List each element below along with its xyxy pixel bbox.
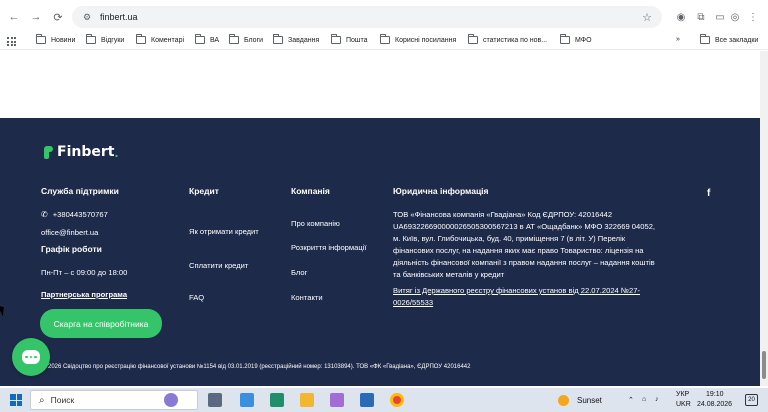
- folder-icon: [86, 34, 96, 44]
- support-heading: Служба підтримки: [41, 186, 119, 196]
- bookmarks-overflow[interactable]: »: [676, 36, 680, 43]
- chrome-icon[interactable]: [390, 393, 404, 407]
- disclosure-link[interactable]: Розкриття інформації: [291, 243, 366, 252]
- browser-toolbar: ← → ⟳ ⚙ finbert.ua ☆ ◉ ⧉ ▭ ◎ ⋮: [0, 0, 768, 34]
- folder-icon: [380, 34, 390, 44]
- windows-taskbar: ⌕ Поиск Sunset ⌃ ⌂ ♪ УКР UKR 19:10 24.08…: [0, 388, 768, 412]
- bookmark-star-icon[interactable]: ☆: [642, 11, 652, 24]
- forward-icon[interactable]: →: [28, 9, 44, 25]
- copilot-icon[interactable]: [330, 393, 344, 407]
- clock-time[interactable]: 19:10: [706, 391, 724, 398]
- back-icon[interactable]: ←: [6, 9, 22, 25]
- volume-icon[interactable]: ♪: [655, 396, 659, 403]
- bookmark-zavdannia[interactable]: Завдання: [273, 34, 319, 44]
- schedule-heading: Графік роботи: [41, 244, 102, 254]
- address-bar[interactable]: ⚙ finbert.ua ☆: [72, 6, 662, 28]
- url-text[interactable]: finbert.ua: [100, 12, 138, 22]
- site-info-icon[interactable]: ⚙: [80, 10, 94, 24]
- folder-icon: [195, 34, 205, 44]
- bookmark-komentari[interactable]: Коментарі: [136, 34, 184, 44]
- folder-icon: [560, 34, 570, 44]
- pay-credit-link[interactable]: Сплатити кредит: [189, 261, 248, 270]
- chat-button[interactable]: [12, 338, 50, 376]
- copyright-text: 2026 Свідоцтво про реєстрацію фінансової…: [48, 364, 471, 370]
- bookmark-blohy[interactable]: Блоги: [229, 34, 263, 44]
- contacts-link[interactable]: Контакти: [291, 293, 323, 302]
- bookmark-statystyka[interactable]: статистика по нов...: [468, 34, 547, 44]
- folder-icon: [468, 34, 478, 44]
- search-highlight-icon: [164, 393, 178, 407]
- partner-program-link[interactable]: Партнерська програма: [41, 290, 127, 299]
- about-company-link[interactable]: Про компанію: [291, 219, 340, 228]
- phone-link[interactable]: ✆ +380443570767: [41, 210, 108, 219]
- phone-icon: ✆: [41, 210, 48, 219]
- extensions-puzzle-icon[interactable]: ⧉: [694, 10, 708, 24]
- chat-icon: [22, 350, 40, 364]
- credit-heading: Кредит: [189, 186, 219, 196]
- weather-text[interactable]: Sunset: [577, 396, 602, 405]
- complaint-button[interactable]: Скарга на співробітника: [40, 309, 162, 338]
- app-icon-2[interactable]: [360, 393, 374, 407]
- company-heading: Компанія: [291, 186, 330, 196]
- all-bookmarks[interactable]: Все закладки: [700, 34, 758, 44]
- language-bottom[interactable]: UKR: [676, 401, 691, 408]
- bookmarks-bar: Новини Відгуки Коментарі ВА Блоги Завдан…: [0, 34, 768, 50]
- folder-icon: [36, 34, 46, 44]
- site-footer: Finbert. Служба підтримки ✆ +380443570767…: [0, 118, 760, 386]
- folder-icon: [229, 34, 239, 44]
- notification-icon[interactable]: 20: [745, 394, 758, 406]
- folder-icon: [331, 34, 341, 44]
- legal-heading: Юридична інформація: [393, 186, 489, 196]
- weather-icon[interactable]: [558, 395, 569, 406]
- search-icon: ⌕: [39, 394, 45, 406]
- blog-link[interactable]: Блог: [291, 268, 307, 277]
- language-top[interactable]: УКР: [676, 391, 689, 398]
- clock-date[interactable]: 24.08.2026: [697, 401, 732, 408]
- store-icon[interactable]: [240, 393, 254, 407]
- windows-start-icon[interactable]: [10, 394, 22, 406]
- task-view-icon[interactable]: [208, 393, 222, 407]
- email-link[interactable]: office@finbert.ua: [41, 228, 98, 237]
- reload-icon[interactable]: ⟳: [50, 9, 66, 25]
- app-icon[interactable]: [270, 393, 284, 407]
- faq-link[interactable]: FAQ: [189, 293, 204, 302]
- bookmark-mfo[interactable]: МФО: [560, 34, 592, 44]
- network-icon[interactable]: ⌂: [642, 396, 646, 403]
- extension-icon[interactable]: ◉: [674, 10, 688, 24]
- folder-icon: [273, 34, 283, 44]
- facebook-icon[interactable]: f: [707, 188, 710, 199]
- page-content-top: [0, 51, 760, 118]
- bookmark-va[interactable]: ВА: [195, 34, 219, 44]
- apps-grid-icon[interactable]: [7, 37, 16, 46]
- legal-text: ТОВ «Фінансова компанія «Гвадіана» Код Є…: [393, 210, 656, 279]
- bookmark-poshta[interactable]: Пошта: [331, 34, 368, 44]
- registry-extract-link[interactable]: Витяг із Державного реєстру фінансових у…: [393, 285, 658, 309]
- bookmark-korysni-posylannia[interactable]: Корисні посилання: [380, 34, 456, 44]
- schedule-text: Пн-Пт – с 09:00 до 18:00: [41, 268, 128, 277]
- folder-icon: [700, 34, 710, 44]
- bookmark-vidhuky[interactable]: Відгуки: [86, 34, 124, 44]
- tray-chevron-icon[interactable]: ⌃: [628, 396, 634, 404]
- page-scrollbar[interactable]: [760, 51, 768, 386]
- file-explorer-icon[interactable]: [300, 393, 314, 407]
- bookmark-novyny[interactable]: Новини: [36, 34, 75, 44]
- profile-icon[interactable]: ◎: [728, 10, 742, 24]
- sidebar-icon[interactable]: ▭: [713, 10, 727, 24]
- finbert-logo[interactable]: Finbert.: [44, 144, 118, 160]
- how-to-get-credit-link[interactable]: Як отримати кредит: [189, 227, 259, 236]
- scrollbar-thumb[interactable]: [762, 351, 766, 379]
- folder-icon: [136, 34, 146, 44]
- logo-mark-icon: [44, 145, 53, 159]
- menu-icon[interactable]: ⋮: [746, 10, 760, 24]
